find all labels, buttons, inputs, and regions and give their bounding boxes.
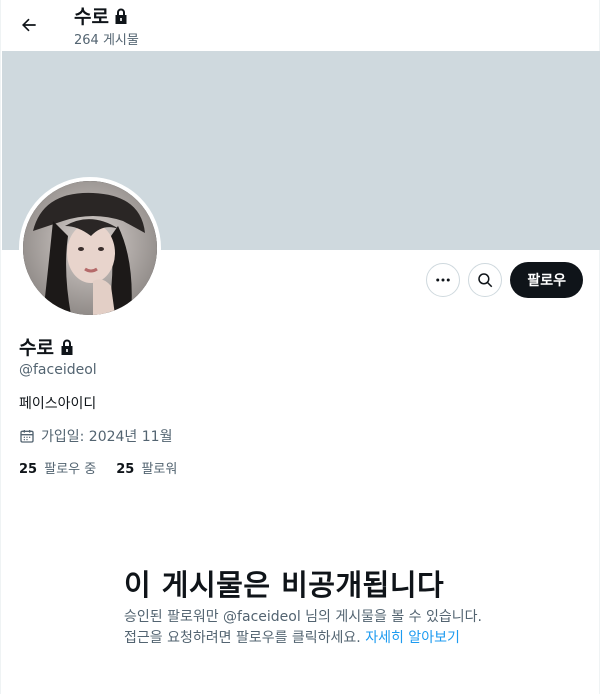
profile-name-text: 수로 <box>19 337 54 359</box>
more-button[interactable] <box>426 263 461 297</box>
join-date-text: 가입일: 2024년 11월 <box>41 429 173 445</box>
arrow-left-icon <box>22 18 36 32</box>
profile-name: 수로 <box>19 333 75 360</box>
header-title: 수로 <box>74 2 129 29</box>
top-bar: 수로 264 게시물 <box>1 0 599 50</box>
header-title-text: 수로 <box>74 6 109 28</box>
back-button[interactable] <box>15 11 43 39</box>
profile-bio: 페이스아이디 <box>19 396 97 412</box>
learn-more-link[interactable]: 자세히 알아보기 <box>365 630 460 646</box>
follow-stats: 25 팔로우 중 25 팔로워 <box>19 458 177 477</box>
post-count: 264 게시물 <box>74 33 139 48</box>
lock-icon <box>115 8 127 24</box>
following-label: 팔로우 중 <box>44 462 97 477</box>
lock-icon <box>61 339 73 355</box>
search-icon <box>478 273 493 288</box>
search-button[interactable] <box>468 263 503 297</box>
follow-button[interactable]: 팔로우 <box>510 262 583 298</box>
followers-count: 25 <box>116 462 135 477</box>
profile-page: 수로 264 게시물 팔로우 수로 @faceideol 페이스아이디 가입일:… <box>0 0 600 694</box>
profile-actions: 팔로우 <box>426 262 583 298</box>
private-notice-description: 승인된 팔로워만 @faceideol 님의 게시물을 볼 수 있습니다. 접근… <box>124 607 484 649</box>
private-notice-title: 이 게시물은 비공개됩니다 <box>124 568 445 602</box>
followers-link[interactable]: 25 팔로워 <box>116 458 177 477</box>
join-date: 가입일: 2024년 11월 <box>19 426 172 446</box>
more-icon <box>436 278 451 282</box>
following-link[interactable]: 25 팔로우 중 <box>19 458 96 477</box>
calendar-icon <box>20 430 34 443</box>
followers-label: 팔로워 <box>141 462 178 477</box>
avatar[interactable] <box>19 177 161 319</box>
profile-handle: @faceideol <box>19 362 97 378</box>
following-count: 25 <box>19 462 38 477</box>
